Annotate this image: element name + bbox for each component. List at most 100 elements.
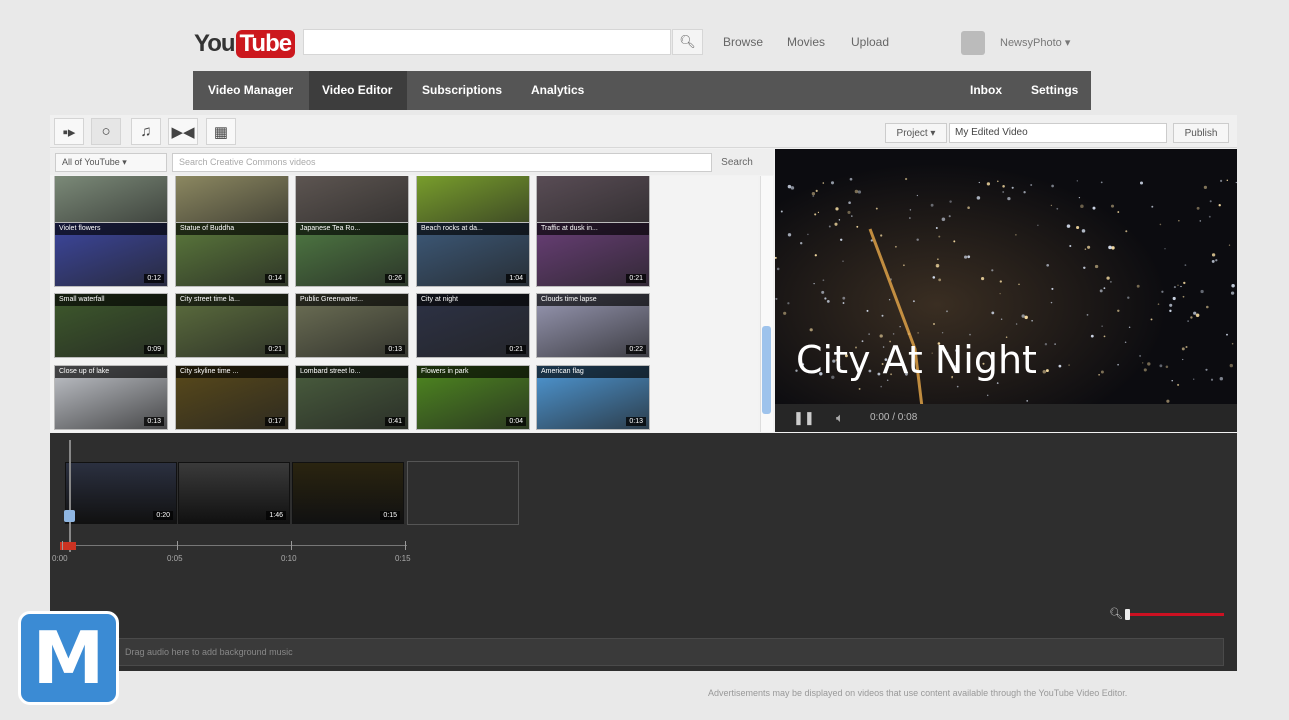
thumbnail-duration: 0:09 [144, 345, 164, 354]
thumbnail-duration: 0:14 [265, 274, 285, 283]
thumbnail-duration: 0:41 [385, 417, 405, 426]
video-grid: 0:170:210:180:130:15Violet flowers0:12St… [50, 176, 758, 432]
publish-button[interactable]: Publish [1173, 123, 1229, 143]
mashable-logo: M [18, 611, 119, 705]
upload-link[interactable]: Upload [851, 35, 889, 49]
nav-subscriptions[interactable]: Subscriptions [409, 71, 515, 110]
thumbnail-title: Flowers in park [417, 366, 529, 378]
video-thumbnail[interactable]: Small waterfall 0:09 [55, 294, 167, 357]
thumbnail-title: City skyline time ... [176, 366, 288, 378]
video-thumbnail[interactable]: Beach rocks at da... 1:04 [417, 223, 529, 286]
preview-title: City At Night [796, 338, 1037, 382]
ruler-tick [291, 541, 292, 550]
thumbnail-duration: 0:13 [626, 417, 646, 426]
volume-icon[interactable]: 🔈︎ [836, 410, 844, 426]
timeline-ruler [62, 545, 407, 546]
nav-inbox[interactable]: Inbox [957, 71, 1015, 110]
search-button[interactable]: 🔍︎ [672, 29, 703, 55]
clip-duration: 1:46 [266, 511, 286, 520]
nav-settings[interactable]: Settings [1018, 71, 1091, 110]
thumbnail-title: City at night [417, 294, 529, 306]
thumbnail-title: Statue of Buddha [176, 223, 288, 235]
playhead[interactable] [69, 440, 71, 552]
ruler-tick [177, 541, 178, 550]
username-menu[interactable]: NewsyPhoto ▾ [1000, 36, 1070, 49]
browse-link[interactable]: Browse [723, 35, 763, 49]
thumbnail-title: Traffic at dusk in... [537, 223, 649, 235]
nav-video-editor[interactable]: Video Editor [309, 71, 407, 110]
avatar[interactable] [961, 31, 985, 55]
video-thumbnail[interactable]: Statue of Buddha 0:14 [176, 223, 288, 286]
video-thumbnail[interactable]: Lombard street lo... 0:41 [296, 366, 408, 429]
thumbnail-duration: 0:21 [626, 274, 646, 283]
transition-icon[interactable]: ▶◀ [168, 118, 198, 145]
cc-search-input[interactable]: Search Creative Commons videos [172, 153, 712, 172]
video-preview[interactable] [775, 149, 1237, 432]
ruler-tick-label: 0:15 [395, 554, 411, 563]
playhead-handle[interactable] [64, 510, 75, 522]
movies-link[interactable]: Movies [787, 35, 825, 49]
thumbnail-title: Japanese Tea Ro... [296, 223, 408, 235]
thumbnail-title: Small waterfall [55, 294, 167, 306]
player-controls [775, 404, 1237, 432]
timeline-clip[interactable]: 0:20 [65, 462, 177, 524]
video-thumbnail[interactable]: Clouds time lapse 0:22 [537, 294, 649, 357]
thumbnail-duration: 0:17 [265, 417, 285, 426]
video-thumbnail[interactable]: Flowers in park 0:04 [417, 366, 529, 429]
logo-tube-text: Tube [235, 29, 296, 58]
thumbnail-duration: 0:26 [385, 274, 405, 283]
video-thumbnail[interactable]: Close up of lake 0:13 [55, 366, 167, 429]
project-button[interactable]: Project ▾ [885, 123, 947, 143]
video-thumbnail[interactable]: City street time la... 0:21 [176, 294, 288, 357]
nav-analytics[interactable]: Analytics [518, 71, 597, 110]
video-thumbnail[interactable]: City at night 0:21 [417, 294, 529, 357]
zoom-slider-handle[interactable] [1125, 609, 1130, 620]
thumbnail-title: Lombard street lo... [296, 366, 408, 378]
ruler-tick [62, 541, 63, 550]
city-lights-image [775, 149, 1237, 432]
logo-you-text: You [194, 29, 236, 57]
video-thumbnail[interactable]: City skyline time ... 0:17 [176, 366, 288, 429]
search-icon: 🔍︎ [679, 34, 696, 49]
youtube-logo[interactable]: You Tube [194, 27, 296, 60]
thumbnail-duration: 0:22 [626, 345, 646, 354]
ruler-tick-label: 0:05 [167, 554, 183, 563]
video-thumbnail[interactable]: Japanese Tea Ro... 0:26 [296, 223, 408, 286]
cc-search-button[interactable]: Search [712, 153, 762, 172]
nav-video-manager[interactable]: Video Manager [195, 71, 306, 110]
video-thumbnail[interactable]: American flag 0:13 [537, 366, 649, 429]
text-icon[interactable]: ▦ [206, 118, 236, 145]
grid-scrollbar-thumb[interactable] [762, 326, 771, 414]
timeline-empty-slot[interactable] [407, 461, 519, 525]
clip-duration: 0:20 [153, 511, 173, 520]
thumbnail-duration: 0:13 [144, 417, 164, 426]
thumbnail-duration: 0:04 [506, 417, 526, 426]
zoom-slider[interactable] [1128, 613, 1224, 616]
project-name-field[interactable]: My Edited Video [949, 123, 1167, 143]
username-text: NewsyPhoto [1000, 37, 1062, 49]
search-input[interactable] [303, 29, 671, 55]
video-thumbnail[interactable]: Violet flowers 0:12 [55, 223, 167, 286]
timeline-clip[interactable]: 1:46 [178, 462, 290, 524]
project-label: Project [896, 127, 928, 139]
creative-commons-icon[interactable]: ○ [91, 118, 121, 145]
ruler-tick [405, 541, 406, 550]
video-thumbnail[interactable]: Traffic at dusk in... 0:21 [537, 223, 649, 286]
ruler-tick-label: 0:10 [281, 554, 297, 563]
music-note-icon[interactable]: ♫ [131, 118, 161, 145]
playback-time: 0:00 / 0:08 [870, 412, 918, 423]
thumbnail-duration: 0:21 [265, 345, 285, 354]
thumbnail-duration: 0:21 [506, 345, 526, 354]
pause-icon[interactable]: ❚❚ [793, 410, 815, 426]
video-camera-icon[interactable]: ▪▸ [54, 118, 84, 145]
main-nav: Video Manager Video Editor Subscriptions… [193, 71, 1091, 110]
video-thumbnail[interactable]: Public Greenwater... 0:13 [296, 294, 408, 357]
source-select[interactable]: All of YouTube ▾ [55, 153, 167, 172]
thumbnail-title: American flag [537, 366, 649, 378]
thumbnail-title: Close up of lake [55, 366, 167, 378]
ruler-tick-label: 0:00 [52, 554, 68, 563]
thumbnail-title: Beach rocks at da... [417, 223, 529, 235]
zoom-icon: 🔍︎ [1109, 608, 1123, 620]
timeline-clip[interactable]: 0:15 [292, 462, 404, 524]
audio-track-dropzone[interactable]: Drag audio here to add background music [118, 638, 1224, 666]
